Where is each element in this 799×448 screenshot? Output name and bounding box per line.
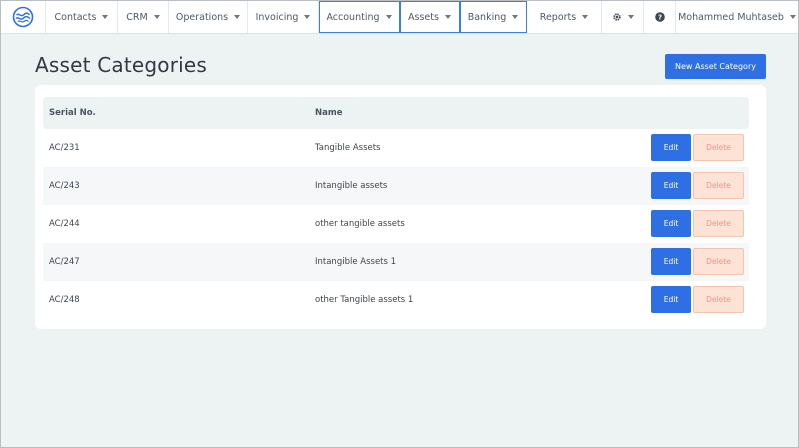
nav-accounting-label: Accounting [326,11,380,23]
settings-menu[interactable] [603,1,644,33]
table-row: AC/247 Intangible Assets 1 Edit Delete [43,243,749,281]
caret-down-icon [789,15,796,19]
edit-button[interactable]: Edit [651,286,691,313]
table-header: Serial No. Name [43,97,749,129]
caret-down-icon [234,15,241,19]
column-header-serial: Serial No. [49,108,96,118]
caret-down-icon [304,15,311,19]
top-navbar: Contacts CRM Operations Invoicing Accoun… [1,1,798,34]
table-row: AC/244 other tangible assets Edit Delete [43,205,749,243]
delete-button[interactable]: Delete [693,286,744,313]
nav-banking[interactable]: Banking [460,1,527,33]
logo-icon [12,6,34,28]
serial-cell: AC/231 [49,143,80,153]
name-cell: other tangible assets [315,219,405,229]
nav-assets[interactable]: Assets [400,1,460,33]
asset-categories-table: Serial No. Name AC/231 Tangible Assets E… [35,85,766,329]
table-row: AC/248 other Tangible assets 1 Edit Dele… [43,281,749,319]
nav-crm-label: CRM [126,11,148,23]
edit-button[interactable]: Edit [651,210,691,237]
nav-reports[interactable]: Reports [527,1,602,33]
name-cell: Intangible assets [315,181,388,191]
nav-assets-label: Assets [408,11,439,23]
caret-down-icon [512,15,519,19]
delete-button[interactable]: Delete [693,134,744,161]
nav-accounting[interactable]: Accounting [319,1,400,33]
nav-banking-label: Banking [467,11,507,23]
nav-crm[interactable]: CRM [118,1,169,33]
caret-down-icon [385,15,392,19]
table-row: AC/243 Intangible assets Edit Delete [43,167,749,205]
serial-cell: AC/248 [49,295,80,305]
table-row: AC/231 Tangible Assets Edit Delete [43,129,749,167]
new-asset-category-button[interactable]: New Asset Category [665,54,766,79]
edit-button[interactable]: Edit [651,172,691,199]
gear-icon [613,13,621,21]
name-cell: Tangible Assets [315,143,381,153]
nav-contacts-label: Contacts [54,11,97,23]
delete-button[interactable]: Delete [693,248,744,275]
nav-operations[interactable]: Operations [169,1,248,33]
serial-cell: AC/244 [49,219,80,229]
caret-down-icon [444,15,451,19]
caret-down-icon [628,15,634,19]
delete-button[interactable]: Delete [693,210,744,237]
serial-cell: AC/243 [49,181,80,191]
app-logo[interactable] [1,1,46,33]
name-cell: other Tangible assets 1 [315,295,414,305]
app-window: Contacts CRM Operations Invoicing Accoun… [0,0,799,448]
delete-button[interactable]: Delete [693,172,744,199]
caret-down-icon [102,15,109,19]
caret-down-icon [153,15,160,19]
page-title: Asset Categories [35,53,208,77]
svg-text:?: ? [657,13,661,21]
nav-operations-label: Operations [175,11,229,23]
nav-invoicing[interactable]: Invoicing [248,1,319,33]
question-circle-icon: ? [654,12,665,22]
user-menu[interactable]: Mohammed Muhtaseb [676,1,798,33]
nav-reports-label: Reports [539,11,577,23]
serial-cell: AC/247 [49,257,80,267]
edit-button[interactable]: Edit [651,248,691,275]
user-name: Mohammed Muhtaseb [678,11,784,23]
caret-down-icon [582,15,589,19]
edit-button[interactable]: Edit [651,134,691,161]
nav-contacts[interactable]: Contacts [46,1,118,33]
help-button[interactable]: ? [644,1,676,33]
name-cell: Intangible Assets 1 [315,257,397,267]
column-header-name: Name [315,108,343,118]
nav-invoicing-label: Invoicing [255,11,299,23]
